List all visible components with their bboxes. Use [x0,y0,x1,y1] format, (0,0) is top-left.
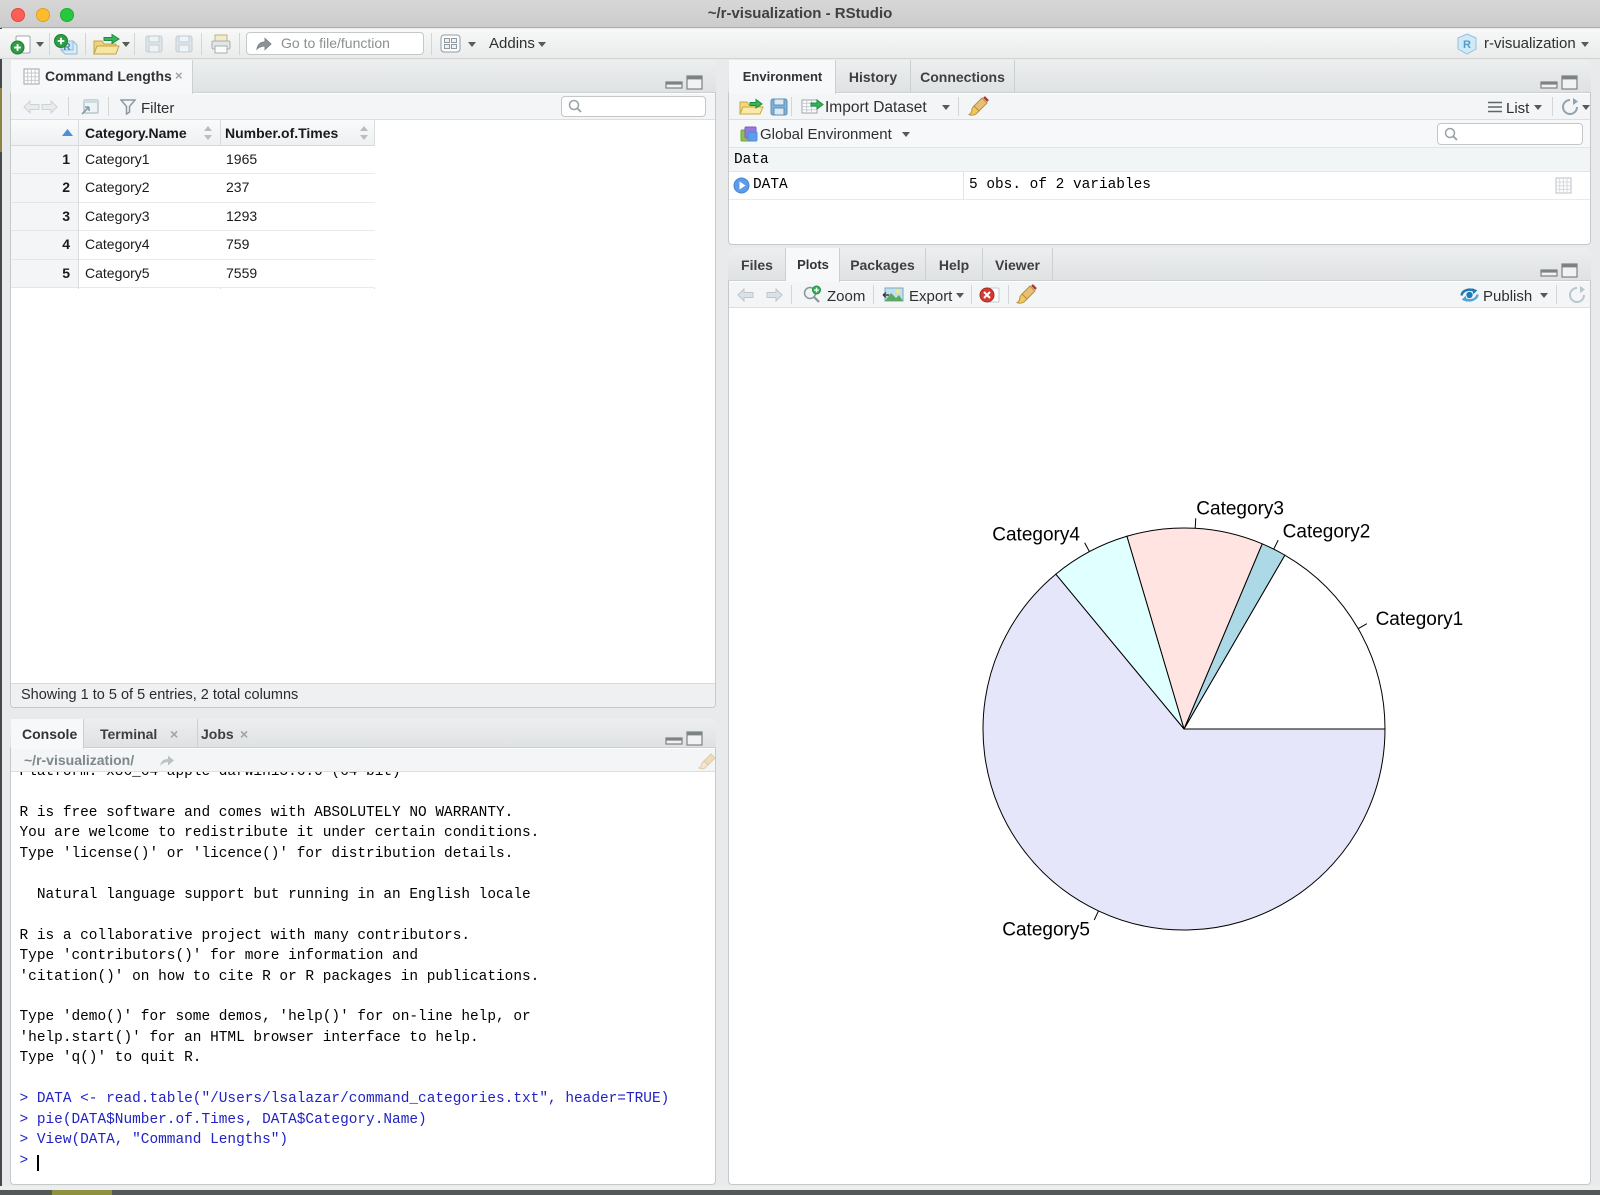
svg-text:R: R [1463,39,1471,51]
svg-text:Category4: Category4 [992,524,1080,545]
svg-text:Category2: Category2 [1283,522,1371,543]
svg-text:Category5: Category5 [1002,920,1090,941]
svg-text:Category1: Category1 [1376,609,1464,630]
svg-text:Category3: Category3 [1196,499,1284,520]
